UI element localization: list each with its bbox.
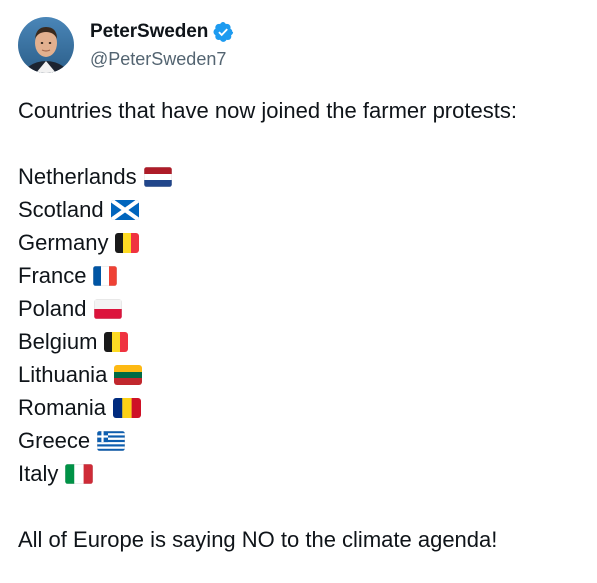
list-item: Lithuania <box>18 358 588 391</box>
flag-lithuania-icon <box>114 364 143 385</box>
list-item: Germany <box>18 226 588 259</box>
flag-netherlands-icon <box>143 166 172 187</box>
author-handle[interactable]: @PeterSweden7 <box>90 47 234 71</box>
country-name: Belgium <box>18 329 98 354</box>
tweet-text: Countries that have now joined the farme… <box>18 94 588 556</box>
tweet-intro: Countries that have now joined the farme… <box>18 98 517 123</box>
display-name-row: PeterSweden <box>90 19 234 45</box>
list-item: Greece <box>18 424 588 457</box>
flag-italy-icon <box>65 463 94 484</box>
flag-greece-icon <box>97 430 126 451</box>
country-name: Poland <box>18 296 87 321</box>
country-name: Romania <box>18 395 107 420</box>
flag-belgium-icon <box>115 232 140 253</box>
display-name[interactable]: PeterSweden <box>90 21 208 43</box>
tweet-closing: All of Europe is saying NO to the climat… <box>18 527 498 552</box>
tweet-header: PeterSweden @PeterSweden7 <box>18 17 234 73</box>
flag-scotland-icon <box>110 199 139 220</box>
country-name: Italy <box>18 461 59 486</box>
country-name: Greece <box>18 428 91 453</box>
flag-romania-icon <box>113 397 142 418</box>
list-item: Scotland <box>18 193 588 226</box>
list-item: Romania <box>18 391 588 424</box>
flag-belgium-icon <box>104 331 129 352</box>
list-item: Netherlands <box>18 160 588 193</box>
list-item: Italy <box>18 457 588 490</box>
flag-france-icon <box>93 265 118 286</box>
author-names: PeterSweden @PeterSweden7 <box>90 19 234 71</box>
country-name: Lithuania <box>18 362 108 387</box>
country-name: Germany <box>18 230 109 255</box>
country-name: Scotland <box>18 197 104 222</box>
country-name: France <box>18 263 87 288</box>
list-item: Belgium <box>18 325 588 358</box>
list-item: France <box>18 259 588 292</box>
flag-poland-icon <box>93 298 122 319</box>
list-item: Poland <box>18 292 588 325</box>
avatar[interactable] <box>18 17 74 73</box>
country-name: Netherlands <box>18 164 137 189</box>
country-list: Netherlands Scotland Germany France Pola… <box>18 160 588 490</box>
verified-badge-icon[interactable] <box>212 21 234 43</box>
tweet: PeterSweden @PeterSweden7 Countries that… <box>0 0 597 583</box>
avatar-image <box>18 17 74 73</box>
